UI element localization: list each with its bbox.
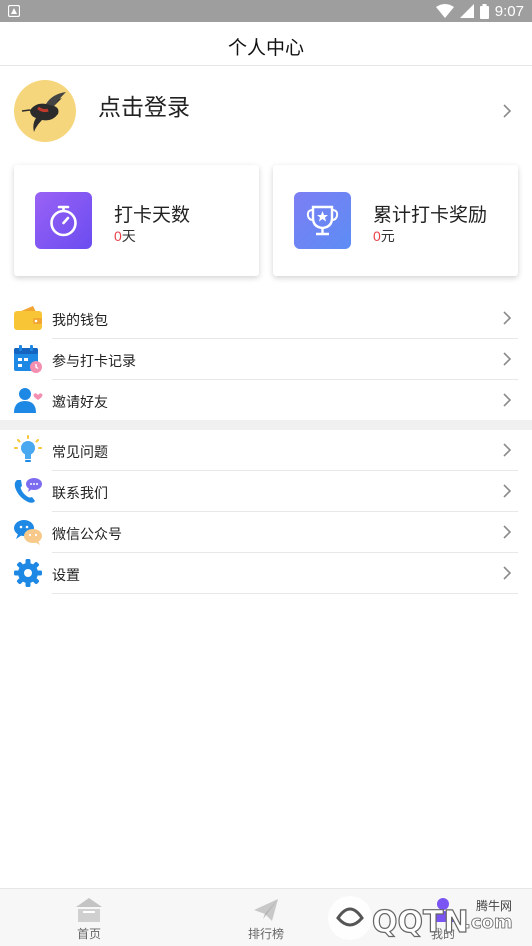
wallet-icon [14, 306, 42, 330]
gear-icon [14, 559, 42, 587]
checkin-days-value: 0天 [114, 228, 136, 244]
hummingbird-icon [21, 92, 66, 132]
status-time: 9:07 [494, 2, 524, 20]
menu-label-wallet: 我的钱包 [52, 312, 108, 328]
paper-plane-icon [254, 899, 278, 921]
nav-label-ranking: 排行榜 [247, 927, 284, 941]
watermark-logo: QQTN .com 腾牛网 [326, 888, 532, 946]
stopwatch-icon [50, 205, 77, 237]
svg-text:QQTN: QQTN [372, 905, 469, 940]
section-separator [0, 420, 532, 430]
title-bar: 个人中心 [0, 22, 532, 66]
chevron-right-icon [503, 443, 512, 457]
svg-text:腾牛网: 腾牛网 [476, 898, 512, 913]
menu-item-checkin-records[interactable]: 参与打卡记录 [0, 339, 532, 380]
status-bar: 9:07 [0, 0, 532, 22]
trophy-icon [306, 205, 339, 236]
chevron-right-icon [503, 566, 512, 580]
menu-label-settings: 设置 [52, 567, 80, 583]
chevron-right-icon [503, 525, 512, 539]
menu-item-invite-friends[interactable]: 邀请好友 [0, 380, 532, 421]
lightbulb-icon [14, 435, 42, 462]
menu-group-account: 我的钱包 参与打卡记录 邀请好友 [0, 298, 532, 421]
calendar-icon [14, 345, 42, 373]
avatar[interactable] [14, 80, 76, 142]
menu-item-wechat-account[interactable]: 微信公众号 [0, 512, 532, 553]
svg-text:.com: .com [464, 912, 513, 933]
wifi-icon [435, 4, 454, 18]
chevron-right-icon [503, 393, 512, 407]
menu-label-checkin-records: 参与打卡记录 [52, 353, 136, 369]
menu-label-faq: 常见问题 [52, 444, 108, 460]
login-prompt[interactable]: 点击登录 [98, 88, 190, 122]
stopwatch-icon-box [35, 192, 92, 249]
wechat-icon [14, 520, 42, 545]
chevron-right-icon [503, 352, 512, 366]
divider [52, 593, 518, 594]
menu-item-settings[interactable]: 设置 [0, 553, 532, 594]
notification-icon [8, 5, 20, 17]
menu-label-contact-us: 联系我们 [52, 485, 108, 501]
menu-label-invite-friends: 邀请好友 [52, 394, 108, 410]
profile-login-row[interactable]: 点击登录 [0, 66, 532, 158]
signal-icon [459, 4, 474, 18]
total-reward-value: 0元 [373, 228, 395, 244]
total-reward-title: 累计打卡奖励 [373, 205, 488, 226]
menu-item-wallet[interactable]: 我的钱包 [0, 298, 532, 339]
checkin-days-card[interactable]: 打卡天数 0天 [14, 165, 259, 276]
menu-item-contact-us[interactable]: 联系我们 [0, 471, 532, 512]
invite-user-icon [14, 388, 43, 413]
menu-label-wechat-account: 微信公众号 [52, 526, 122, 542]
trophy-icon-box [294, 192, 351, 249]
page-title: 个人中心 [227, 38, 304, 59]
home-icon [76, 898, 102, 922]
chevron-right-icon [503, 104, 512, 118]
nav-tab-ranking[interactable]: 排行榜 [241, 889, 291, 946]
menu-item-faq[interactable]: 常见问题 [0, 430, 532, 471]
phone-chat-icon [14, 478, 42, 503]
chevron-right-icon [503, 311, 512, 325]
nav-tab-home[interactable]: 首页 [64, 889, 114, 946]
qqtn-watermark: QQTN .com 腾牛网 [328, 896, 513, 941]
total-reward-card[interactable]: 累计打卡奖励 0元 [273, 165, 518, 276]
chevron-right-icon [503, 484, 512, 498]
nav-label-home: 首页 [76, 927, 101, 941]
menu-group-support: 常见问题 联系我们 微信公众号 设置 [0, 430, 532, 594]
checkin-days-title: 打卡天数 [114, 205, 191, 226]
battery-icon [479, 3, 489, 19]
